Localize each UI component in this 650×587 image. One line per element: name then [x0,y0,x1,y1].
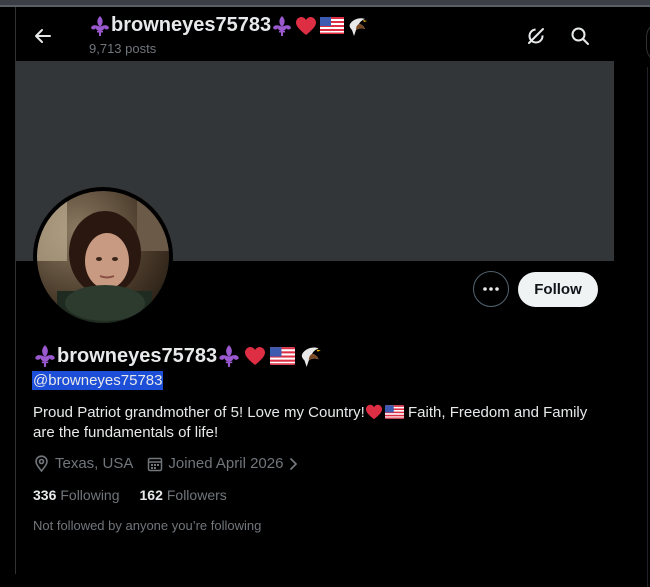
followers-count[interactable]: 162 [140,487,163,503]
grok-icon [528,28,544,44]
calendar-icon [148,457,163,471]
following-label[interactable]: Following [60,487,119,503]
join-date[interactable]: Joined April 2026 [147,455,304,472]
display-name: browneyes75783 [33,344,323,368]
fleur-de-lis-icon [271,15,293,37]
location-icon [35,455,48,472]
heart-icon [295,16,317,36]
chevron-right-icon [290,457,298,470]
follow-stats: 336 Following 162 Followers [33,487,247,503]
not-followed-notice: Not followed by anyone you’re following [33,518,262,533]
eagle-icon [347,15,369,37]
search-icon [571,27,589,45]
eagle-icon [299,344,323,368]
display-name-text: browneyes75783 [57,344,218,367]
profile-column: browneyes75783 9,713 posts Follow browne… [15,7,615,574]
avatar[interactable] [37,191,169,323]
fleur-de-lis-icon [33,344,57,368]
search-box-edge[interactable] [646,21,650,63]
post-count: 9,713 posts [89,41,157,56]
browser-top-strip [0,0,650,7]
profile-meta: Texas, USA Joined April 2026 [33,455,318,472]
location: Texas, USA [33,455,133,472]
grok-button[interactable] [521,21,551,51]
back-button[interactable] [28,21,58,51]
us-flag-icon [270,347,296,365]
location-text: Texas, USA [55,455,134,472]
heart-icon [244,346,266,366]
bio-text-1: Proud Patriot grandmother of 5! Love my … [33,404,365,421]
fleur-de-lis-icon [217,344,241,368]
right-sidebar-edge [614,7,650,587]
following-count[interactable]: 336 [33,487,56,503]
us-flag-icon [384,405,404,419]
heart-icon [365,404,383,420]
profile-handle: @browneyes75783 [32,371,164,390]
more-options-button[interactable] [473,271,509,307]
followers-label[interactable]: Followers [167,487,227,503]
us-flag-icon [320,17,345,34]
follow-button[interactable]: Follow [518,272,598,307]
profile-bio: Proud Patriot grandmother of 5! Love my … [33,403,608,443]
back-arrow-icon [35,29,51,43]
header-name: browneyes75783 [111,14,272,36]
header-title: browneyes75783 [89,14,369,37]
search-button[interactable] [565,21,595,51]
more-icon [483,287,499,291]
profile-header: browneyes75783 9,713 posts [16,7,614,60]
avatar-frame [33,187,173,327]
fleur-de-lis-icon [89,15,111,37]
join-date-text: Joined April 2026 [168,455,284,472]
